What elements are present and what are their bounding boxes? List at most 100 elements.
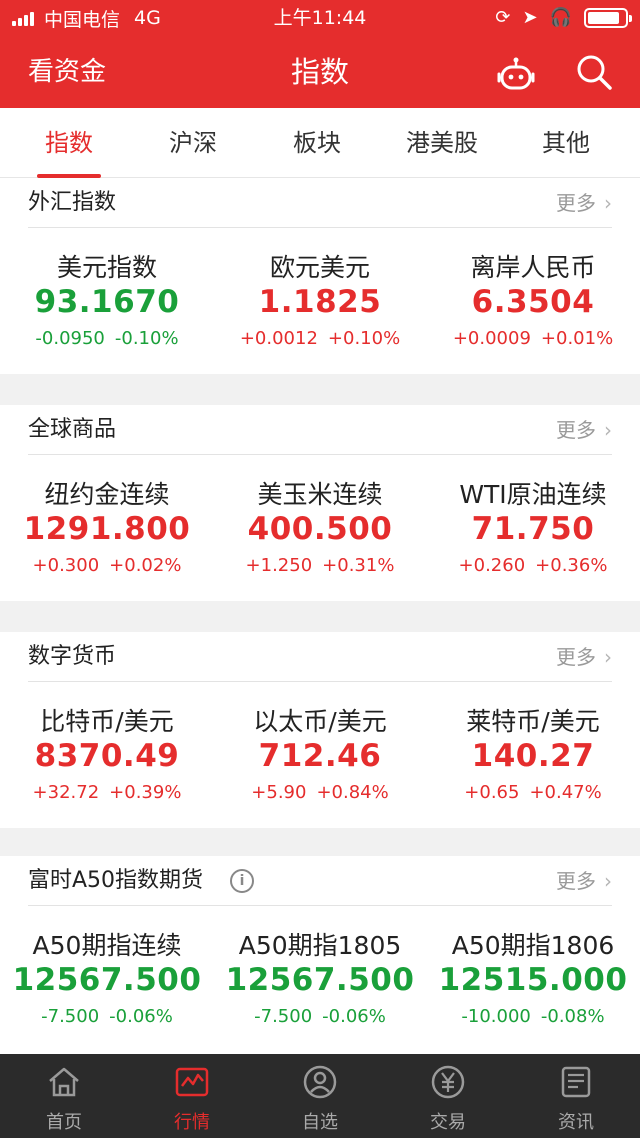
- quote-cell[interactable]: 美元指数 93.1670 -0.0950 -0.10%: [0, 228, 214, 368]
- view-funds-link[interactable]: 看资金: [28, 36, 106, 108]
- change-value: +0.65: [464, 782, 520, 803]
- status-right: ⟳ ➤ 🎧: [495, 0, 632, 36]
- status-left: 中国电信 4G: [12, 0, 161, 36]
- quote-cell[interactable]: 比特币/美元 8370.49 +32.72 +0.39%: [0, 682, 214, 822]
- quote-cell[interactable]: 以太币/美元 712.46 +5.90 +0.84%: [213, 682, 427, 822]
- quote-cell[interactable]: A50期指1806 12515.000 -10.000 -0.08%: [426, 906, 640, 1046]
- nav-watchlist[interactable]: 自选: [256, 1054, 384, 1138]
- quote-price: 12567.500: [12, 962, 202, 998]
- change-value: +0.260: [458, 555, 526, 576]
- quote-cell[interactable]: A50期指1805 12567.500 -7.500 -0.06%: [213, 906, 427, 1046]
- section-a50-futures: 富时A50指数期货 i 更多 › A50期指连续 12567.500 -7.50…: [0, 856, 640, 1054]
- change-percent: +0.47%: [529, 782, 602, 803]
- quote-name: A50期指1806: [451, 931, 615, 960]
- quote-change: +0.0009 +0.01%: [426, 328, 640, 349]
- tab-hk-us-stocks[interactable]: 港美股: [378, 108, 506, 178]
- change-value: +32.72: [32, 782, 100, 803]
- quote-row: 美元指数 93.1670 -0.0950 -0.10% 欧元美元 1.1825 +…: [0, 228, 640, 368]
- more-button[interactable]: 更多 ›: [556, 178, 612, 228]
- quote-cell[interactable]: A50期指连续 12567.500 -7.500 -0.06%: [0, 906, 214, 1046]
- tab-sectors[interactable]: 板块: [253, 108, 381, 178]
- watchlist-user-icon: [303, 1065, 337, 1099]
- section-title: 外汇指数: [28, 190, 117, 215]
- bottom-nav: 首页 行情 自选 交易 资讯: [0, 1054, 640, 1138]
- quote-row: A50期指连续 12567.500 -7.500 -0.06% A50期指1805…: [0, 906, 640, 1046]
- quote-change: +32.72 +0.39%: [0, 782, 214, 803]
- quote-price: 12515.000: [438, 962, 628, 998]
- change-value: +0.0012: [239, 328, 318, 349]
- section-forex: 外汇指数 更多 › 美元指数 93.1670 -0.0950 -0.10% 欧元美…: [0, 178, 640, 374]
- quote-cell[interactable]: 纽约金连续 1291.800 +0.300 +0.02%: [0, 455, 214, 595]
- quote-change: -7.500 -0.06%: [213, 1006, 427, 1027]
- change-percent: +0.02%: [109, 555, 182, 576]
- change-value: -10.000: [461, 1006, 531, 1027]
- tab-label: 其他: [542, 129, 590, 157]
- nav-news[interactable]: 资讯: [512, 1054, 640, 1138]
- quote-price: 93.1670: [34, 284, 180, 320]
- nav-market[interactable]: 行情: [128, 1054, 256, 1138]
- section-title: 富时A50指数期货: [28, 868, 204, 893]
- change-value: +0.300: [32, 555, 100, 576]
- quote-name: 美元指数: [56, 253, 157, 282]
- quote-change: +0.260 +0.36%: [426, 555, 640, 576]
- nav-label: 自选: [302, 1112, 338, 1133]
- quote-cell[interactable]: 欧元美元 1.1825 +0.0012 +0.10%: [213, 228, 427, 368]
- chevron-right-icon: ›: [604, 191, 612, 215]
- quote-cell[interactable]: 离岸人民币 6.3504 +0.0009 +0.01%: [426, 228, 640, 368]
- quote-name: WTI原油连续: [459, 480, 607, 509]
- tab-label: 板块: [293, 129, 341, 157]
- home-icon: [49, 1067, 79, 1097]
- search-icon[interactable]: [574, 52, 614, 92]
- section-header: 全球商品 更多 ›: [28, 405, 612, 455]
- change-percent: +0.36%: [535, 555, 608, 576]
- nav-label: 交易: [430, 1112, 466, 1133]
- section-header: 外汇指数 更多 ›: [28, 178, 612, 228]
- trade-yuan-icon: [431, 1065, 465, 1099]
- market-chart-icon: [175, 1067, 209, 1097]
- nav-home[interactable]: 首页: [0, 1054, 128, 1138]
- quote-cell[interactable]: 莱特币/美元 140.27 +0.65 +0.47%: [426, 682, 640, 822]
- quote-change: -0.0950 -0.10%: [0, 328, 214, 349]
- orientation-lock-icon: ⟳: [495, 7, 511, 28]
- change-value: -0.0950: [35, 328, 105, 349]
- quote-change: +0.65 +0.47%: [426, 782, 640, 803]
- tab-other[interactable]: 其他: [502, 108, 630, 178]
- tab-shanghai-shenzhen[interactable]: 沪深: [129, 108, 257, 178]
- more-button[interactable]: 更多 ›: [556, 856, 612, 906]
- info-icon[interactable]: i: [230, 869, 254, 893]
- quote-cell[interactable]: WTI原油连续 71.750 +0.260 +0.36%: [426, 455, 640, 595]
- quote-price: 400.500: [247, 511, 393, 547]
- tab-label: 港美股: [406, 129, 478, 157]
- nav-label: 资讯: [558, 1112, 594, 1133]
- tab-index[interactable]: 指数: [5, 108, 133, 178]
- news-icon: [561, 1066, 591, 1098]
- change-percent: -0.06%: [109, 1006, 173, 1027]
- quote-price: 140.27: [471, 738, 595, 774]
- quote-name: 比特币/美元: [40, 707, 174, 736]
- nav-label: 行情: [174, 1112, 210, 1133]
- quote-name: A50期指连续: [32, 931, 182, 960]
- section-header: 数字货币 更多 ›: [28, 632, 612, 682]
- robot-icon[interactable]: [496, 54, 536, 94]
- quote-change: -10.000 -0.08%: [426, 1006, 640, 1027]
- quote-price: 12567.500: [225, 962, 415, 998]
- change-value: +0.0009: [452, 328, 531, 349]
- more-button[interactable]: 更多 ›: [556, 405, 612, 455]
- quote-price: 6.3504: [471, 284, 595, 320]
- quote-cell[interactable]: 美玉米连续 400.500 +1.250 +0.31%: [213, 455, 427, 595]
- quote-change: -7.500 -0.06%: [0, 1006, 214, 1027]
- change-percent: -0.06%: [322, 1006, 386, 1027]
- quote-name: 莱特币/美元: [466, 707, 600, 736]
- quote-name: 欧元美元: [269, 253, 370, 282]
- tab-label: 指数: [45, 129, 93, 157]
- section-header: 富时A50指数期货 i 更多 ›: [28, 856, 612, 906]
- nav-trade[interactable]: 交易: [384, 1054, 512, 1138]
- quote-price: 71.750: [471, 511, 595, 547]
- battery-icon: [584, 8, 632, 28]
- quote-name: 以太币/美元: [253, 707, 387, 736]
- more-button[interactable]: 更多 ›: [556, 632, 612, 682]
- top-header: 看资金 指数: [0, 36, 640, 108]
- carrier-name: 中国电信: [44, 8, 121, 31]
- section-crypto: 数字货币 更多 › 比特币/美元 8370.49 +32.72 +0.39% 以太…: [0, 632, 640, 828]
- change-value: -7.500: [41, 1006, 100, 1027]
